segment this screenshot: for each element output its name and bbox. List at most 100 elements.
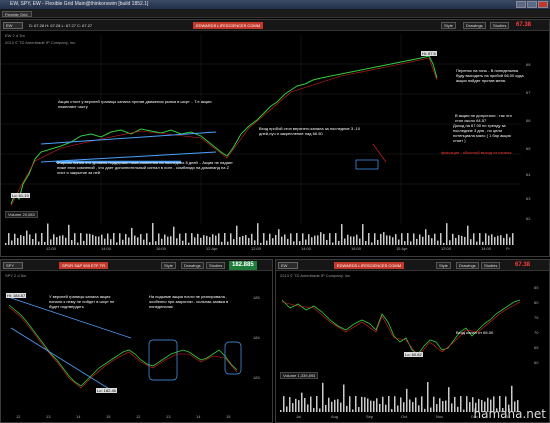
volume-bar <box>224 233 226 245</box>
grid-selector[interactable]: Flexible Grid <box>2 11 32 17</box>
volume-bar <box>266 240 268 245</box>
volume-bar <box>301 392 303 412</box>
volume-bar <box>113 233 115 245</box>
volume-bar <box>197 233 199 245</box>
volume-bar <box>242 235 244 245</box>
entry-box <box>355 159 379 170</box>
x-tick: 14:00 <box>101 246 112 251</box>
symbol-input[interactable]: SPY <box>3 262 23 269</box>
volume-bar <box>355 396 357 412</box>
main-price-series <box>10 55 438 205</box>
annotation-daily: Вход канал от 65.00 <box>456 330 494 335</box>
volume-bar <box>104 238 106 245</box>
drawings-button[interactable]: Drawings <box>456 262 479 269</box>
volume-bar <box>212 234 214 245</box>
volume-bar <box>176 238 178 245</box>
annotation-spy-channel: У верхней границы канала акция попали к … <box>49 294 115 309</box>
volume-bar <box>470 239 472 245</box>
volume-bar <box>388 396 390 412</box>
volume-bar <box>227 241 229 245</box>
y-tick: 185 <box>253 295 260 300</box>
volume-bar <box>331 401 333 412</box>
volume-bar <box>38 241 40 245</box>
quote-readout: D: 67.28 H: 67.28 L: 67.27 C: 67.27 <box>29 23 93 28</box>
maximize-button[interactable] <box>527 1 537 8</box>
volume-bar <box>173 226 175 245</box>
volume-bar <box>446 223 448 245</box>
volume-bar <box>286 406 288 412</box>
volume-bar <box>80 233 82 245</box>
volume-bar <box>134 235 136 245</box>
last-price: 67.38 <box>515 262 531 268</box>
volume-bar <box>182 240 184 245</box>
volume-bar <box>460 396 462 412</box>
volume-bar <box>385 404 387 412</box>
copyright: 2013 © TD Ameritrade IP Company, Inc. <box>280 273 352 278</box>
volume-bar <box>32 239 34 245</box>
x-tick: 15 Apr <box>396 246 408 251</box>
annotation-exit: фиксация - обычный выход из канала <box>441 150 512 155</box>
annotation-stop: В акции не допустили , так что стоп окол… <box>455 113 512 123</box>
x-tick: 14 <box>196 414 201 419</box>
volume-text: Volume <box>283 373 297 378</box>
style-button[interactable]: Style <box>441 22 456 29</box>
volume-bar <box>401 233 403 245</box>
volume-bar <box>380 233 382 245</box>
volume-bar <box>263 233 265 245</box>
volume-bar <box>272 238 274 245</box>
volume-bar <box>382 396 384 412</box>
close-button[interactable] <box>538 1 548 8</box>
volume-bar <box>364 397 366 412</box>
volume-bar <box>65 237 67 245</box>
low-label: Lo: 60.82 <box>404 352 423 357</box>
x-tick: 15 <box>106 414 111 419</box>
volume-value: 20,083 <box>22 212 35 217</box>
volume-bar <box>391 409 393 412</box>
volume-bar <box>406 388 408 412</box>
studies-button[interactable]: Studies <box>490 22 510 29</box>
volume-bar <box>14 233 16 245</box>
volume-bar <box>59 235 61 245</box>
volume-bar <box>464 236 466 245</box>
volume-bar <box>466 396 468 412</box>
volume-bar <box>254 240 256 245</box>
volume-bar <box>26 230 28 245</box>
volume-bar <box>137 237 139 245</box>
last-price: 67.38 <box>516 22 532 28</box>
studies-button[interactable]: Studies <box>206 262 226 269</box>
volume-bar <box>394 396 396 412</box>
x-tick: 14 <box>76 414 81 419</box>
y-tick: 65 <box>526 146 531 151</box>
y-tick: 70 <box>534 330 539 335</box>
volume-bar <box>361 396 363 412</box>
volume-bar <box>370 400 372 412</box>
volume-bar <box>293 241 295 245</box>
volume-bar <box>428 234 430 245</box>
y-tick: 60 <box>534 360 539 365</box>
volume-bar <box>143 239 145 245</box>
company-name: SPDR S&P 500 ETF TR <box>59 262 108 269</box>
volume-bar <box>110 239 112 245</box>
volume-bar <box>20 235 22 245</box>
volume-text: Volume <box>8 212 22 217</box>
symbol-input[interactable]: EW <box>278 262 298 269</box>
style-button[interactable]: Style <box>436 262 451 269</box>
volume-bar <box>287 238 289 245</box>
drawings-button[interactable]: Drawings <box>181 262 204 269</box>
volume-bar <box>215 235 217 245</box>
volume-bar <box>295 398 297 412</box>
volume-bar <box>47 223 49 245</box>
drawings-button[interactable]: Drawings <box>463 22 486 29</box>
minimize-button[interactable] <box>516 1 526 8</box>
volume-bar <box>445 400 447 412</box>
x-tick: Oct <box>401 414 408 419</box>
volume-bar <box>389 235 391 245</box>
symbol-input[interactable]: EW <box>3 22 23 29</box>
y-tick: 183 <box>253 375 260 380</box>
style-button[interactable]: Style <box>161 262 176 269</box>
studies-button[interactable]: Studies <box>481 262 501 269</box>
x-tick: 14:00 <box>301 246 312 251</box>
volume-bar <box>101 234 103 245</box>
volume-bar <box>352 409 354 412</box>
window-controls <box>516 1 548 8</box>
